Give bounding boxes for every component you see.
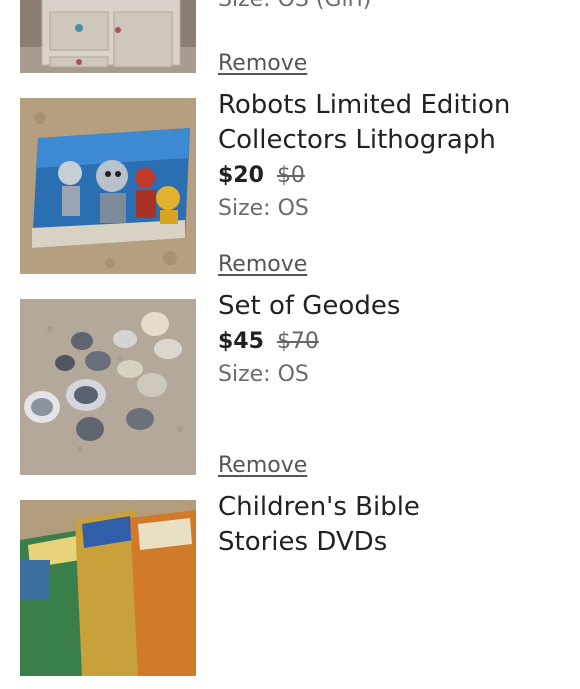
item-original-price: $70 bbox=[276, 329, 319, 354]
item-info: Children's Bible Stories DVDs bbox=[218, 488, 558, 560]
jewelry-box-image[interactable] bbox=[20, 0, 196, 73]
item-title[interactable]: Set of Geodes bbox=[218, 287, 558, 324]
geodes-image[interactable] bbox=[20, 299, 196, 475]
list-item: Set of Geodes $45 $70 Size: OS Remove bbox=[0, 287, 580, 488]
item-title-line: Stories DVDs bbox=[218, 527, 388, 557]
item-size: Size: OS bbox=[218, 362, 309, 387]
item-size: Size: OS (Girl) bbox=[218, 0, 371, 16]
item-size: Size: OS bbox=[218, 196, 309, 221]
item-info: Robots Limited Edition Collectors Lithog… bbox=[218, 86, 558, 225]
remove-button[interactable]: Remove bbox=[218, 252, 307, 277]
item-title-line: Set of Geodes bbox=[218, 291, 401, 321]
item-info: Set of Geodes $45 $70 Size: OS bbox=[218, 287, 558, 391]
geodes-photo bbox=[20, 299, 196, 475]
item-title-line: Collectors Lithograph bbox=[218, 125, 496, 155]
price-row: $20 $0 bbox=[218, 159, 558, 192]
item-price: $45 bbox=[218, 329, 264, 354]
list-item: Children's Bible Stories DVDs bbox=[0, 488, 580, 689]
cart-item-list: Size: OS (Girl) Remove bbox=[0, 0, 580, 689]
item-title[interactable]: Children's Bible Stories DVDs bbox=[218, 488, 558, 560]
item-title-line: Children's Bible bbox=[218, 492, 420, 522]
item-price: $20 bbox=[218, 163, 264, 188]
remove-button[interactable]: Remove bbox=[218, 51, 307, 76]
robots-lithograph-image[interactable] bbox=[20, 98, 196, 274]
item-title[interactable]: Robots Limited Edition Collectors Lithog… bbox=[218, 86, 558, 158]
jewelry-box-photo bbox=[20, 0, 196, 73]
robots-poster-photo bbox=[20, 98, 196, 274]
item-original-price: $0 bbox=[276, 163, 305, 188]
dvds-photo bbox=[20, 500, 196, 676]
price-row: $45 $70 bbox=[218, 325, 558, 358]
list-item: Robots Limited Edition Collectors Lithog… bbox=[0, 86, 580, 287]
item-title-line: Robots Limited Edition bbox=[218, 90, 511, 120]
remove-button[interactable]: Remove bbox=[218, 453, 307, 478]
list-item: Size: OS (Girl) Remove bbox=[0, 0, 580, 86]
bible-dvds-image[interactable] bbox=[20, 500, 196, 676]
